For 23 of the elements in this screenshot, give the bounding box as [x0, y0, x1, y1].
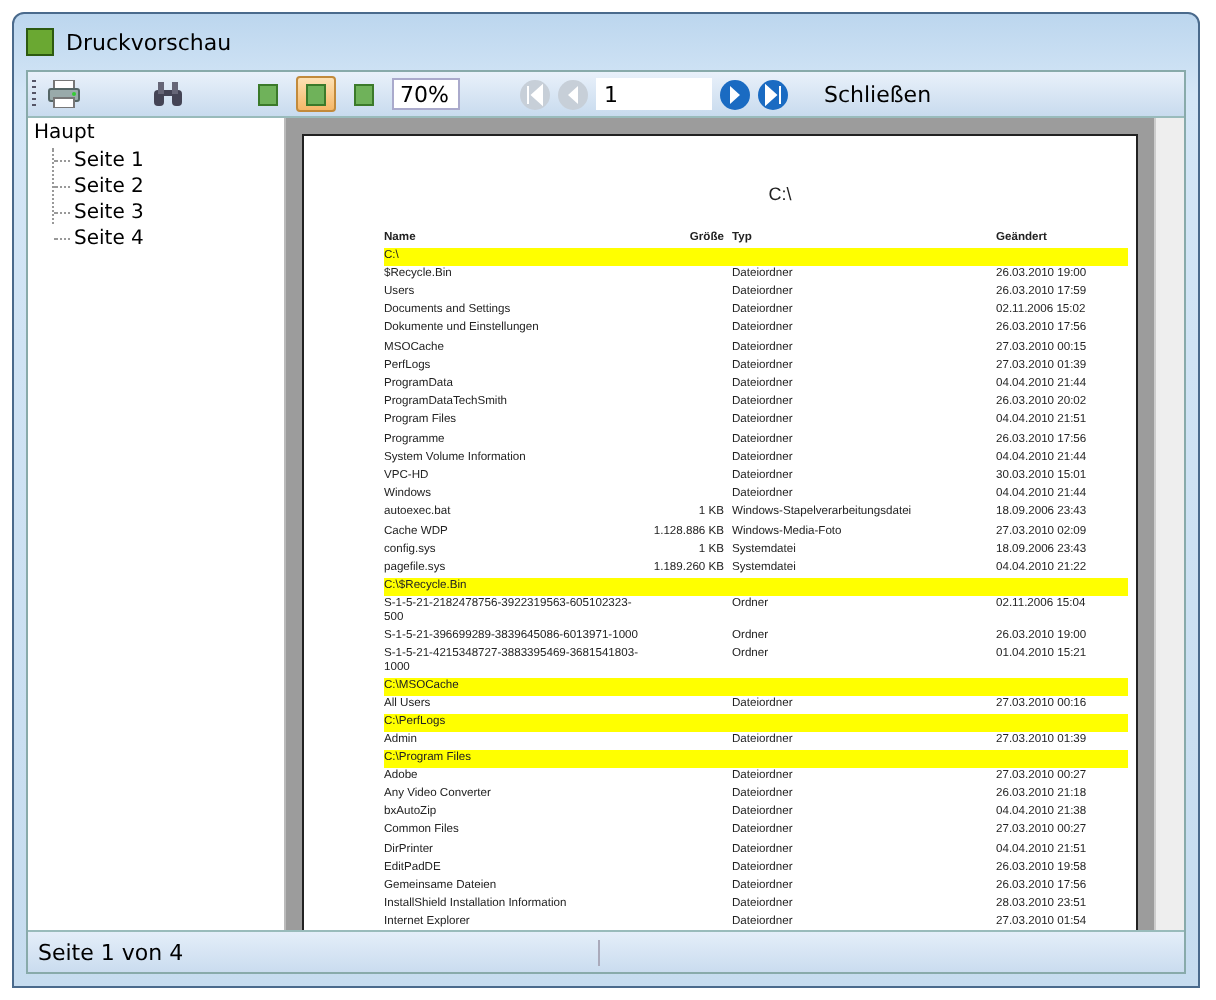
search-button[interactable]: [148, 76, 188, 112]
zoom-field[interactable]: 70%: [392, 78, 460, 110]
binoculars-icon: [152, 81, 184, 107]
scrollbar[interactable]: [1154, 118, 1184, 930]
close-button[interactable]: Schließen: [816, 81, 940, 107]
window-title: Druckvorschau: [66, 29, 232, 55]
page-title: C:\: [766, 184, 794, 204]
page-icon: [306, 83, 326, 105]
last-page-button[interactable]: [758, 79, 788, 109]
status-text: Seite 1 von 4: [28, 939, 600, 965]
tree-item[interactable]: Haupt: [34, 122, 278, 148]
app-icon: [26, 28, 54, 56]
tree-item[interactable]: Seite 2: [74, 176, 144, 198]
next-page-button[interactable]: [720, 79, 750, 109]
page-icon: [258, 83, 278, 105]
printer-icon: [48, 80, 80, 108]
print-button[interactable]: [44, 76, 84, 112]
tree-item[interactable]: Seite 3: [74, 202, 144, 224]
tree-item[interactable]: Seite 4: [74, 228, 144, 250]
page-number-field[interactable]: 1: [596, 78, 712, 110]
view-mode-button[interactable]: [296, 76, 336, 112]
tree-item[interactable]: Seite 1: [74, 150, 144, 172]
page-icon: [354, 83, 374, 105]
